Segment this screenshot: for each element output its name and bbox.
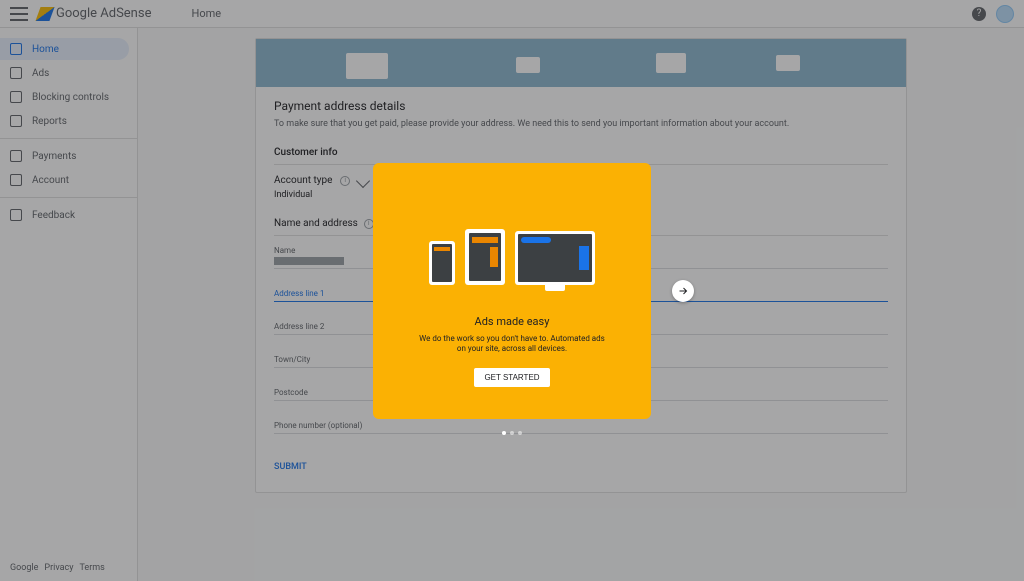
onboarding-modal: Ads made easy We do the work so you don'… — [373, 163, 651, 419]
carousel-dot[interactable] — [518, 431, 522, 435]
desktop-icon — [515, 231, 595, 285]
arrow-right-icon — [677, 285, 689, 297]
modal-description: We do the work so you don't have to. Aut… — [417, 334, 607, 355]
carousel-dot[interactable] — [502, 431, 506, 435]
get-started-button[interactable]: GET STARTED — [474, 368, 549, 387]
modal-title: Ads made easy — [475, 315, 550, 328]
devices-illustration — [429, 229, 595, 285]
phone-icon — [429, 241, 455, 285]
carousel-next-button[interactable] — [672, 280, 694, 302]
carousel-dots — [502, 431, 522, 435]
carousel-dot[interactable] — [510, 431, 514, 435]
tablet-icon — [465, 229, 505, 285]
